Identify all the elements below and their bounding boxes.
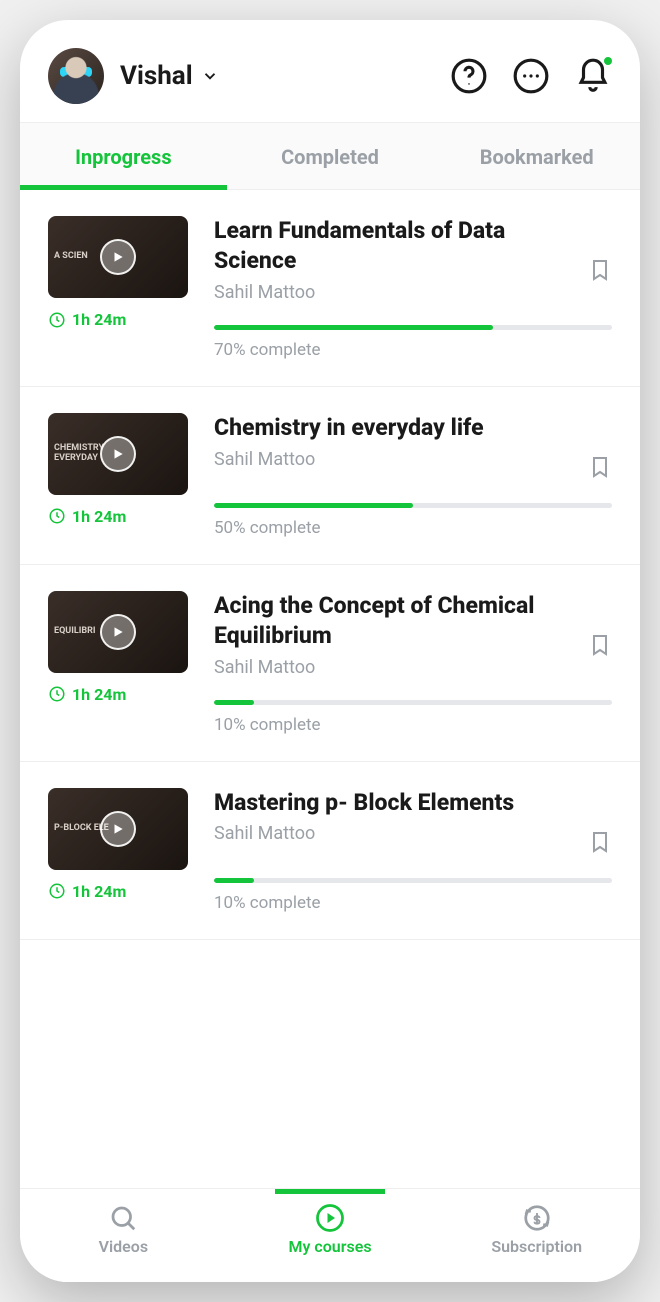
chat-icon[interactable]: [512, 57, 550, 95]
course-tabs: Inprogress Completed Bookmarked: [20, 122, 640, 190]
course-title: Acing the Concept of Chemical Equilibriu…: [214, 591, 572, 651]
play-icon: [100, 614, 136, 650]
play-icon: [100, 239, 136, 275]
course-duration: 1h 24m: [48, 882, 188, 901]
nav-label: My courses: [288, 1237, 371, 1256]
clock-icon: [48, 685, 66, 703]
user-name[interactable]: Vishal: [120, 61, 193, 91]
bookmark-icon[interactable]: [588, 256, 612, 284]
thumb-column: CHEMISTRYEVERYDAY 1h 24m: [48, 413, 188, 538]
header: Vishal: [20, 20, 640, 122]
course-info: Mastering p- Block Elements Sahil Mattoo…: [214, 788, 612, 913]
thumb-column: a Scien 1h 24m: [48, 216, 188, 360]
course-list[interactable]: a Scien 1h 24m Learn Fundamentals of Dat…: [20, 190, 640, 1188]
play-icon: [100, 436, 136, 472]
bottom-nav: Videos My courses Subscription: [20, 1188, 640, 1282]
duration-text: 1h 24m: [72, 882, 126, 901]
course-author: Sahil Mattoo: [214, 449, 572, 470]
thumb-text: CHEMISTRYEVERYDAY: [54, 444, 104, 464]
progress-fill: [214, 325, 493, 330]
notifications-button[interactable]: [550, 57, 612, 95]
avatar[interactable]: [48, 48, 104, 104]
completion-label: 50% complete: [214, 518, 612, 538]
course-title: Chemistry in everyday life: [214, 413, 572, 443]
course-title: Learn Fundamentals of Data Science: [214, 216, 572, 276]
course-title: Mastering p- Block Elements: [214, 788, 572, 818]
bookmark-icon[interactable]: [588, 631, 612, 659]
tab-bookmarked[interactable]: Bookmarked: [433, 123, 640, 189]
completion-label: 10% complete: [214, 893, 612, 913]
duration-text: 1h 24m: [72, 685, 126, 704]
course-info: Chemistry in everyday life Sahil Mattoo …: [214, 413, 612, 538]
course-row[interactable]: CHEMISTRYEVERYDAY 1h 24m Chemistry in ev…: [20, 387, 640, 565]
nav-label: Subscription: [491, 1237, 582, 1256]
search-icon: [108, 1203, 138, 1233]
bookmark-icon[interactable]: [588, 453, 612, 481]
clock-icon: [48, 507, 66, 525]
progress-fill: [214, 700, 254, 705]
course-row[interactable]: EQUILIBRI 1h 24m Acing the Concept of Ch…: [20, 565, 640, 762]
thumb-text: EQUILIBRI: [54, 627, 95, 637]
bookmark-icon[interactable]: [588, 828, 612, 856]
duration-text: 1h 24m: [72, 507, 126, 526]
course-info: Learn Fundamentals of Data Science Sahil…: [214, 216, 612, 360]
duration-text: 1h 24m: [72, 310, 126, 329]
nav-videos[interactable]: Videos: [20, 1203, 227, 1256]
course-thumbnail[interactable]: p-BLOCK ELE: [48, 788, 188, 870]
thumb-text: a Scien: [54, 252, 88, 262]
progress-bar: [214, 878, 612, 883]
refresh-dollar-icon: [522, 1203, 552, 1233]
progress-fill: [214, 878, 254, 883]
play-circle-icon: [315, 1203, 345, 1233]
clock-icon: [48, 311, 66, 329]
chevron-down-icon[interactable]: [201, 67, 219, 85]
course-author: Sahil Mattoo: [214, 282, 572, 303]
thumb-column: p-BLOCK ELE 1h 24m: [48, 788, 188, 913]
progress-fill: [214, 503, 413, 508]
play-icon: [100, 811, 136, 847]
nav-label: Videos: [99, 1237, 148, 1256]
notification-dot: [602, 55, 614, 67]
course-row[interactable]: a Scien 1h 24m Learn Fundamentals of Dat…: [20, 190, 640, 387]
course-duration: 1h 24m: [48, 685, 188, 704]
course-author: Sahil Mattoo: [214, 657, 572, 678]
completion-label: 70% complete: [214, 340, 612, 360]
course-duration: 1h 24m: [48, 310, 188, 329]
course-row[interactable]: p-BLOCK ELE 1h 24m Mastering p- Block El…: [20, 762, 640, 940]
progress-bar: [214, 700, 612, 705]
course-thumbnail[interactable]: CHEMISTRYEVERYDAY: [48, 413, 188, 495]
course-duration: 1h 24m: [48, 507, 188, 526]
tab-inprogress[interactable]: Inprogress: [20, 123, 227, 189]
thumb-column: EQUILIBRI 1h 24m: [48, 591, 188, 735]
course-info: Acing the Concept of Chemical Equilibriu…: [214, 591, 612, 735]
clock-icon: [48, 882, 66, 900]
progress-bar: [214, 503, 612, 508]
tab-completed[interactable]: Completed: [227, 123, 434, 189]
help-icon[interactable]: [450, 57, 488, 95]
nav-my-courses[interactable]: My courses: [227, 1203, 434, 1256]
course-thumbnail[interactable]: EQUILIBRI: [48, 591, 188, 673]
course-thumbnail[interactable]: a Scien: [48, 216, 188, 298]
course-author: Sahil Mattoo: [214, 823, 572, 844]
app-screen: Vishal Inprogress Completed Bookmarked a…: [20, 20, 640, 1282]
nav-subscription[interactable]: Subscription: [433, 1203, 640, 1256]
completion-label: 10% complete: [214, 715, 612, 735]
progress-bar: [214, 325, 612, 330]
